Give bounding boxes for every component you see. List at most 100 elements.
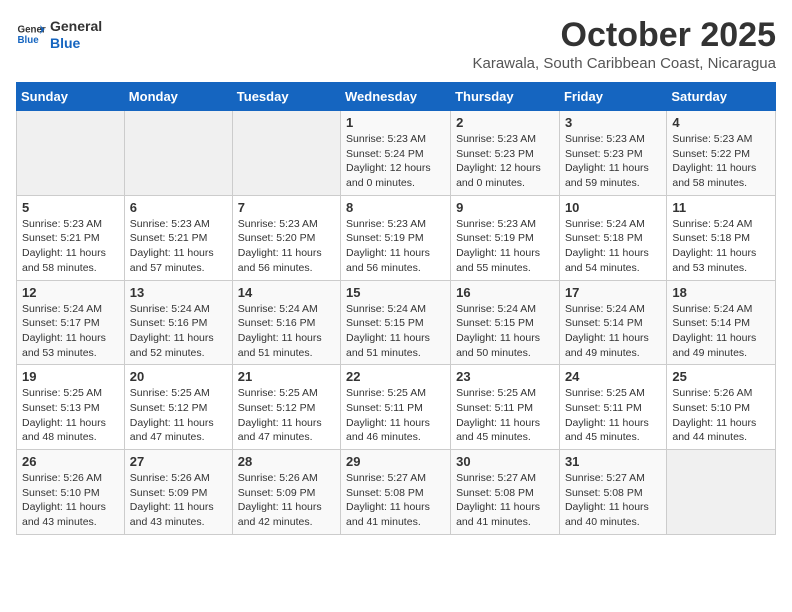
header: General Blue General Blue October 2025 K…: [16, 16, 776, 72]
calendar-cell: 13 Sunrise: 5:24 AM Sunset: 5:16 PM Dayli…: [124, 280, 232, 365]
calendar: SundayMondayTuesdayWednesdayThursdayFrid…: [16, 82, 776, 535]
day-info: Sunrise: 5:23 AM Sunset: 5:21 PM Dayligh…: [22, 217, 119, 276]
day-info: Sunrise: 5:25 AM Sunset: 5:12 PM Dayligh…: [130, 386, 227, 445]
day-number: 21: [238, 369, 335, 384]
day-info: Sunrise: 5:26 AM Sunset: 5:10 PM Dayligh…: [22, 471, 119, 530]
day-info: Sunrise: 5:24 AM Sunset: 5:16 PM Dayligh…: [130, 302, 227, 361]
logo: General Blue General Blue: [16, 16, 102, 52]
day-number: 10: [565, 200, 661, 215]
day-info: Sunrise: 5:26 AM Sunset: 5:09 PM Dayligh…: [238, 471, 335, 530]
day-number: 12: [22, 285, 119, 300]
col-header-tuesday: Tuesday: [232, 83, 340, 111]
day-info: Sunrise: 5:25 AM Sunset: 5:13 PM Dayligh…: [22, 386, 119, 445]
logo-icon: General Blue: [16, 19, 46, 49]
day-info: Sunrise: 5:24 AM Sunset: 5:17 PM Dayligh…: [22, 302, 119, 361]
day-info: Sunrise: 5:23 AM Sunset: 5:23 PM Dayligh…: [456, 132, 554, 191]
col-header-wednesday: Wednesday: [341, 83, 451, 111]
title-section: October 2025 Karawala, South Caribbean C…: [472, 16, 776, 72]
day-number: 31: [565, 454, 661, 469]
day-number: 4: [672, 115, 770, 130]
calendar-cell: 3Sunrise: 5:23 AM Sunset: 5:23 PM Daylig…: [559, 111, 666, 196]
day-number: 29: [346, 454, 445, 469]
calendar-cell: 20 Sunrise: 5:25 AM Sunset: 5:12 PM Dayli…: [124, 365, 232, 450]
calendar-cell: 9Sunrise: 5:23 AM Sunset: 5:19 PM Daylig…: [451, 195, 560, 280]
calendar-header-row: SundayMondayTuesdayWednesdayThursdayFrid…: [17, 83, 776, 111]
calendar-cell: 11 Sunrise: 5:24 AM Sunset: 5:18 PM Dayli…: [667, 195, 776, 280]
day-number: 26: [22, 454, 119, 469]
day-number: 25: [672, 369, 770, 384]
day-info: Sunrise: 5:23 AM Sunset: 5:20 PM Dayligh…: [238, 217, 335, 276]
calendar-cell: [232, 111, 340, 196]
day-number: 1: [346, 115, 445, 130]
calendar-cell: 14 Sunrise: 5:24 AM Sunset: 5:16 PM Dayli…: [232, 280, 340, 365]
calendar-cell: 25Sunrise: 5:26 AM Sunset: 5:10 PM Dayli…: [667, 365, 776, 450]
day-number: 16: [456, 285, 554, 300]
calendar-cell: 29 Sunrise: 5:27 AM Sunset: 5:08 PM Dayli…: [341, 450, 451, 535]
calendar-cell: 16 Sunrise: 5:24 AM Sunset: 5:15 PM Dayli…: [451, 280, 560, 365]
day-number: 27: [130, 454, 227, 469]
day-number: 15: [346, 285, 445, 300]
calendar-cell: 24 Sunrise: 5:25 AM Sunset: 5:11 PM Dayli…: [559, 365, 666, 450]
calendar-week-5: 26 Sunrise: 5:26 AM Sunset: 5:10 PM Dayli…: [17, 450, 776, 535]
day-number: 24: [565, 369, 661, 384]
calendar-week-4: 19 Sunrise: 5:25 AM Sunset: 5:13 PM Dayli…: [17, 365, 776, 450]
col-header-thursday: Thursday: [451, 83, 560, 111]
day-number: 20: [130, 369, 227, 384]
calendar-cell: 2 Sunrise: 5:23 AM Sunset: 5:23 PM Daylig…: [451, 111, 560, 196]
calendar-cell: [667, 450, 776, 535]
day-info: Sunrise: 5:24 AM Sunset: 5:14 PM Dayligh…: [565, 302, 661, 361]
calendar-cell: 6Sunrise: 5:23 AM Sunset: 5:21 PM Daylig…: [124, 195, 232, 280]
calendar-cell: 1 Sunrise: 5:23 AM Sunset: 5:24 PM Daylig…: [341, 111, 451, 196]
calendar-cell: 5 Sunrise: 5:23 AM Sunset: 5:21 PM Daylig…: [17, 195, 125, 280]
calendar-cell: 4Sunrise: 5:23 AM Sunset: 5:22 PM Daylig…: [667, 111, 776, 196]
calendar-cell: [17, 111, 125, 196]
day-number: 30: [456, 454, 554, 469]
day-info: Sunrise: 5:25 AM Sunset: 5:11 PM Dayligh…: [565, 386, 661, 445]
calendar-cell: [124, 111, 232, 196]
day-info: Sunrise: 5:24 AM Sunset: 5:16 PM Dayligh…: [238, 302, 335, 361]
calendar-cell: 22Sunrise: 5:25 AM Sunset: 5:11 PM Dayli…: [341, 365, 451, 450]
calendar-cell: 26 Sunrise: 5:26 AM Sunset: 5:10 PM Dayli…: [17, 450, 125, 535]
calendar-cell: 27 Sunrise: 5:26 AM Sunset: 5:09 PM Dayli…: [124, 450, 232, 535]
day-info: Sunrise: 5:23 AM Sunset: 5:19 PM Dayligh…: [346, 217, 445, 276]
day-number: 17: [565, 285, 661, 300]
col-header-sunday: Sunday: [17, 83, 125, 111]
calendar-cell: 19 Sunrise: 5:25 AM Sunset: 5:13 PM Dayli…: [17, 365, 125, 450]
svg-text:Blue: Blue: [18, 35, 40, 46]
day-info: Sunrise: 5:25 AM Sunset: 5:11 PM Dayligh…: [456, 386, 554, 445]
day-info: Sunrise: 5:23 AM Sunset: 5:21 PM Dayligh…: [130, 217, 227, 276]
day-number: 13: [130, 285, 227, 300]
calendar-cell: 31Sunrise: 5:27 AM Sunset: 5:08 PM Dayli…: [559, 450, 666, 535]
day-number: 28: [238, 454, 335, 469]
day-info: Sunrise: 5:24 AM Sunset: 5:15 PM Dayligh…: [456, 302, 554, 361]
day-info: Sunrise: 5:27 AM Sunset: 5:08 PM Dayligh…: [346, 471, 445, 530]
day-number: 3: [565, 115, 661, 130]
day-number: 23: [456, 369, 554, 384]
day-info: Sunrise: 5:24 AM Sunset: 5:18 PM Dayligh…: [672, 217, 770, 276]
day-number: 19: [22, 369, 119, 384]
day-info: Sunrise: 5:27 AM Sunset: 5:08 PM Dayligh…: [456, 471, 554, 530]
day-number: 11: [672, 200, 770, 215]
col-header-saturday: Saturday: [667, 83, 776, 111]
calendar-cell: 10Sunrise: 5:24 AM Sunset: 5:18 PM Dayli…: [559, 195, 666, 280]
day-number: 2: [456, 115, 554, 130]
day-info: Sunrise: 5:23 AM Sunset: 5:24 PM Dayligh…: [346, 132, 445, 191]
day-number: 5: [22, 200, 119, 215]
day-info: Sunrise: 5:26 AM Sunset: 5:09 PM Dayligh…: [130, 471, 227, 530]
month-title: October 2025: [472, 16, 776, 55]
location-title: Karawala, South Caribbean Coast, Nicarag…: [472, 55, 776, 72]
day-info: Sunrise: 5:23 AM Sunset: 5:19 PM Dayligh…: [456, 217, 554, 276]
day-number: 8: [346, 200, 445, 215]
calendar-cell: 17 Sunrise: 5:24 AM Sunset: 5:14 PM Dayli…: [559, 280, 666, 365]
calendar-week-2: 5 Sunrise: 5:23 AM Sunset: 5:21 PM Daylig…: [17, 195, 776, 280]
day-info: Sunrise: 5:24 AM Sunset: 5:15 PM Dayligh…: [346, 302, 445, 361]
calendar-cell: 28 Sunrise: 5:26 AM Sunset: 5:09 PM Dayli…: [232, 450, 340, 535]
calendar-week-1: 1 Sunrise: 5:23 AM Sunset: 5:24 PM Daylig…: [17, 111, 776, 196]
day-number: 14: [238, 285, 335, 300]
calendar-cell: 18Sunrise: 5:24 AM Sunset: 5:14 PM Dayli…: [667, 280, 776, 365]
day-info: Sunrise: 5:25 AM Sunset: 5:11 PM Dayligh…: [346, 386, 445, 445]
logo-blue: Blue: [50, 35, 102, 52]
calendar-cell: 30 Sunrise: 5:27 AM Sunset: 5:08 PM Dayli…: [451, 450, 560, 535]
day-info: Sunrise: 5:25 AM Sunset: 5:12 PM Dayligh…: [238, 386, 335, 445]
day-info: Sunrise: 5:24 AM Sunset: 5:14 PM Dayligh…: [672, 302, 770, 361]
